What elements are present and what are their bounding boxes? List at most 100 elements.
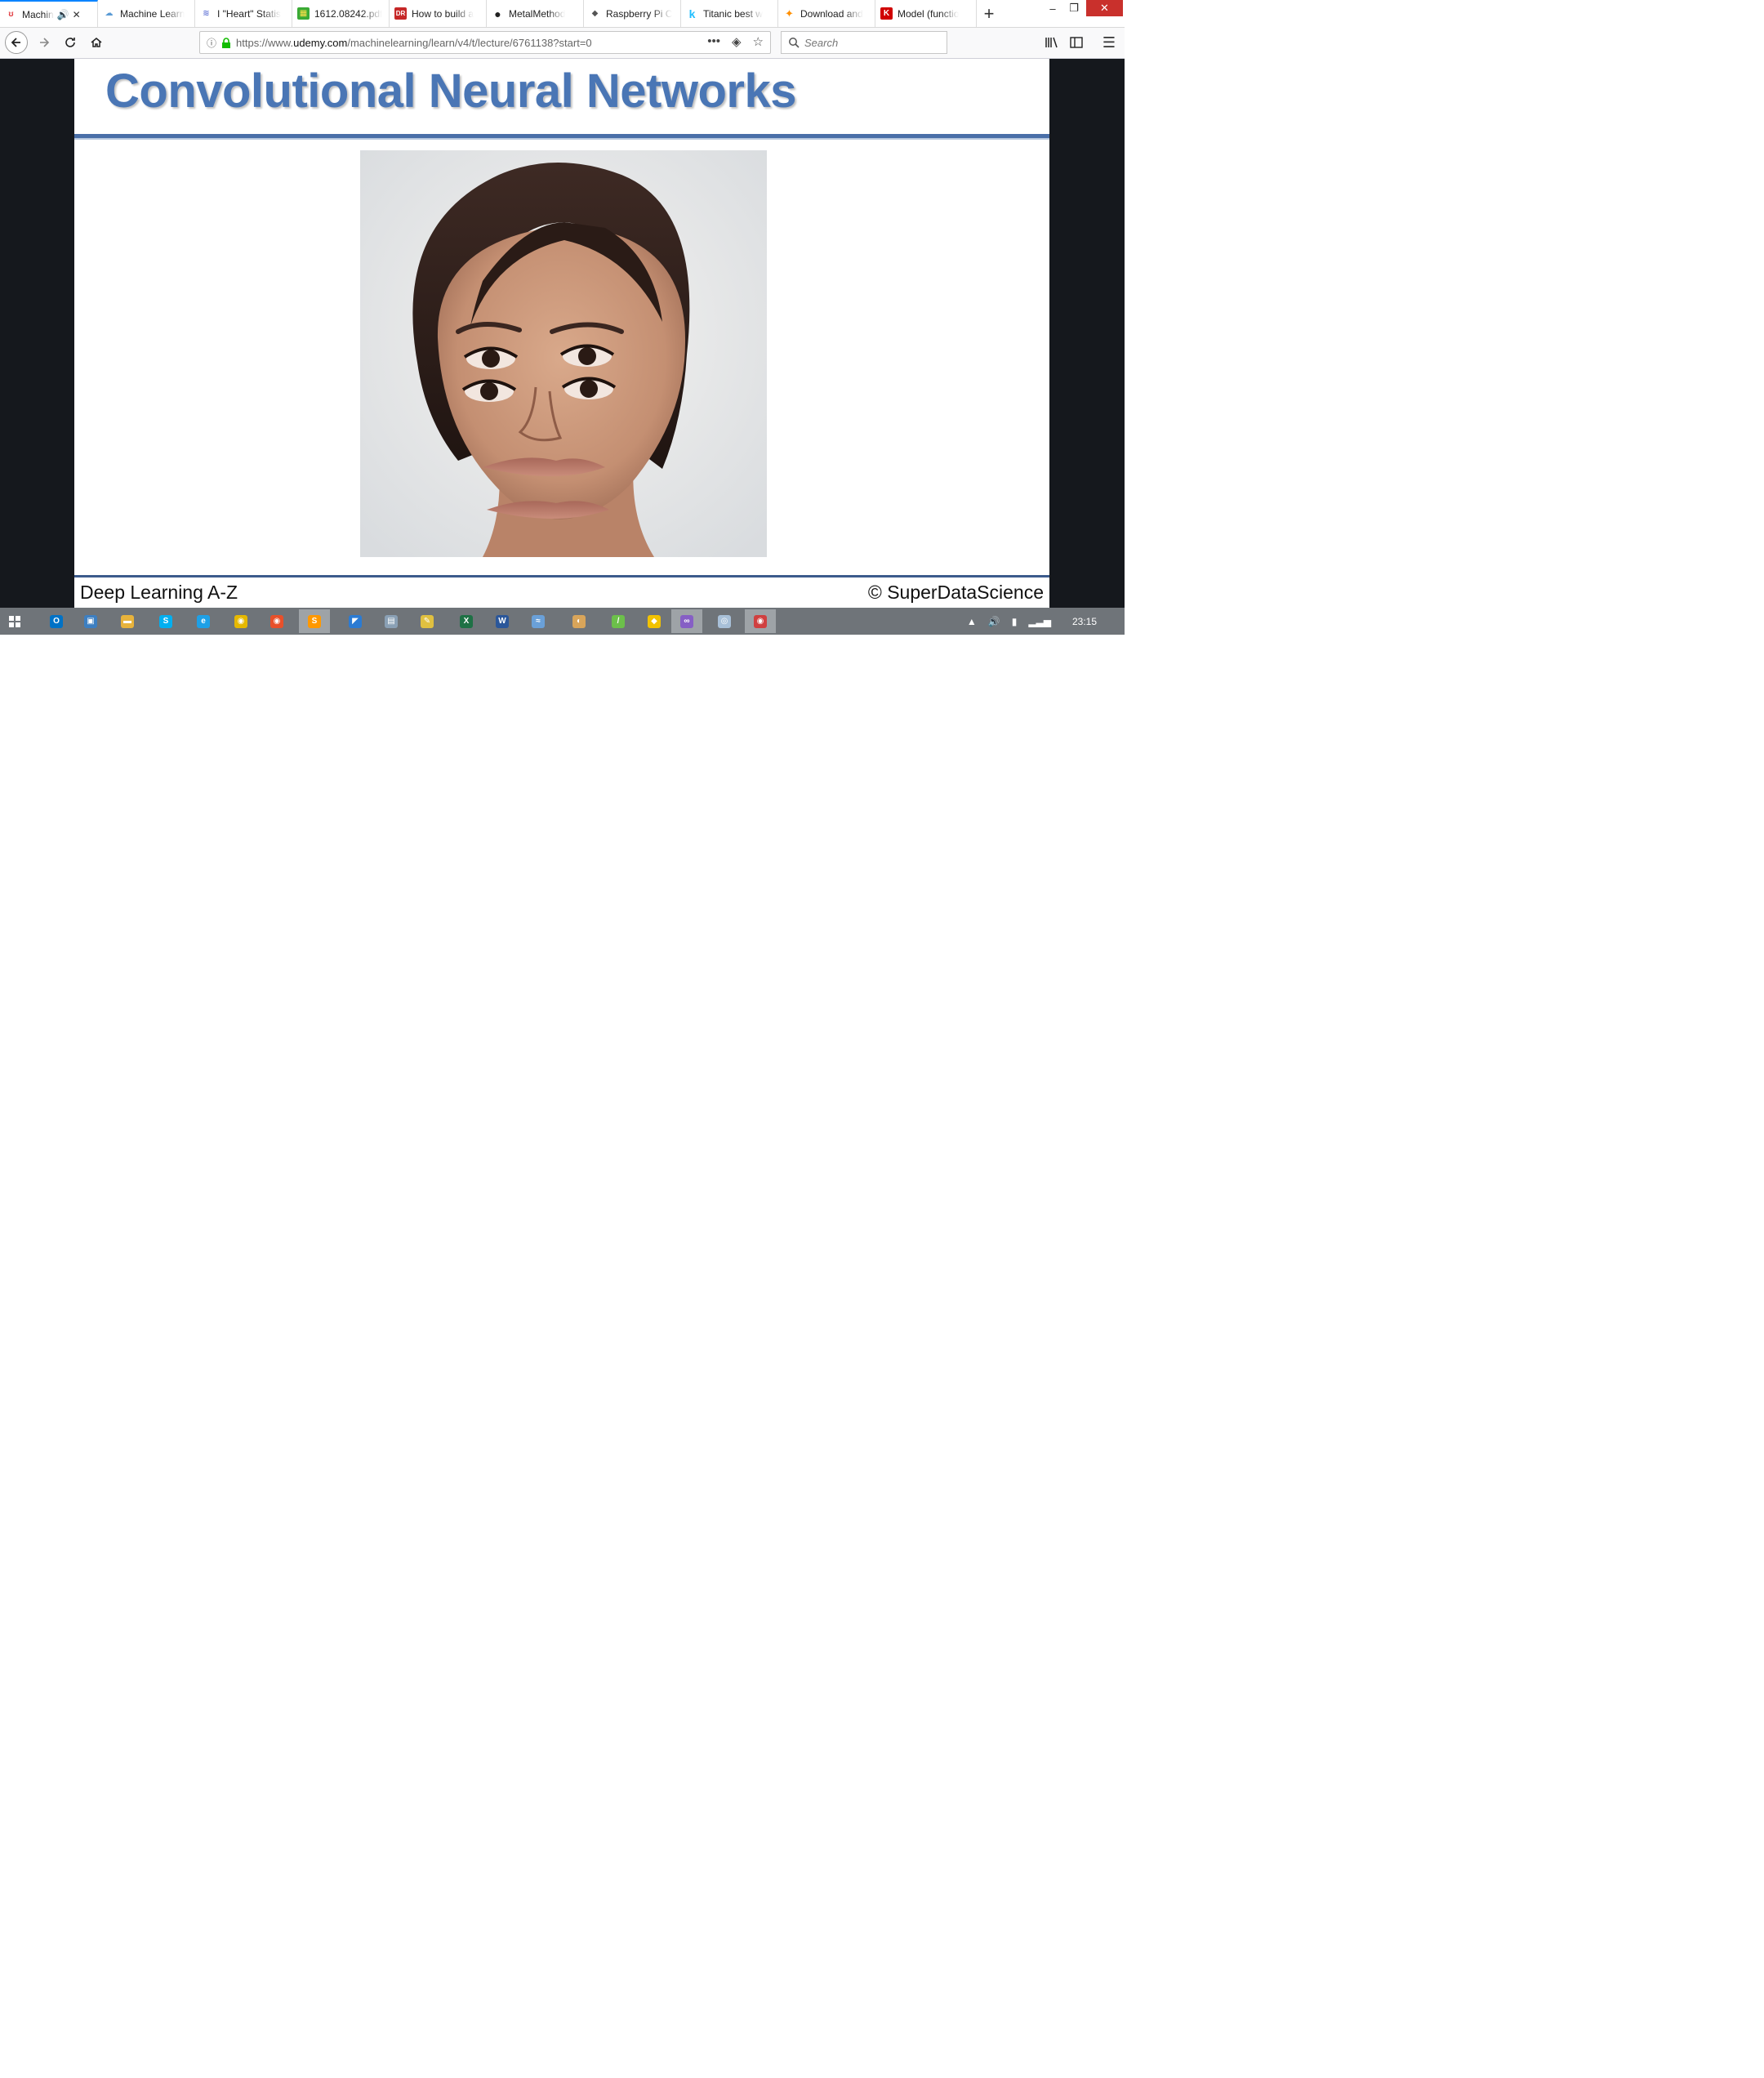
visual-studio-icon: ∞ — [680, 614, 693, 628]
lecture-slide: Convolutional Neural Networks Deep Learn… — [74, 59, 1049, 608]
printer-icon: ▤ — [385, 614, 398, 628]
clock[interactable]: 23:15 — [1072, 608, 1097, 635]
taskbar-button-internet-explorer[interactable]: e — [188, 609, 219, 633]
tab-how-to-build[interactable]: DR How to build a — [390, 0, 487, 27]
volume-icon[interactable]: 🔊 — [988, 616, 1000, 627]
tab-label: How to build a — [412, 7, 474, 20]
tray-expand-icon[interactable]: ▲ — [967, 616, 977, 627]
taskbar-button-sublime[interactable]: S — [299, 609, 330, 633]
title-divider — [74, 134, 1049, 140]
system-tray: ▲ 🔊 ▮ ▂▃▅ — [967, 608, 1051, 635]
video-viewport[interactable]: Convolutional Neural Networks Deep Learn… — [0, 59, 1125, 608]
url-text: https://www.udemy.com/machinelearning/le… — [236, 37, 592, 49]
tab-strip: ʊ Machin 🔊 ✕ ☁ Machine Learn ≋ I "Heart"… — [0, 0, 1125, 28]
tab-close-icon[interactable]: ✕ — [73, 9, 81, 20]
face-photo — [360, 150, 767, 557]
more-actions-icon[interactable]: ••• — [707, 34, 720, 49]
pen-icon: / — [612, 614, 625, 628]
tab-label: Download and — [800, 7, 863, 20]
stats-icon: ≋ — [203, 9, 210, 18]
udemy-icon: ʊ — [8, 10, 14, 19]
tensorflow-icon: ✦ — [785, 7, 794, 20]
network-icon: ≈ — [532, 614, 545, 628]
taskbar-button-network[interactable]: ≈ — [523, 609, 554, 633]
taskbar-button-paint-tool[interactable]: ✎ — [412, 609, 443, 633]
taskbar-button-printer[interactable]: ▤ — [376, 609, 407, 633]
remote-desktop-icon: ▣ — [84, 614, 97, 628]
firefox-icon: ◉ — [270, 614, 283, 628]
excel-icon: X — [460, 614, 473, 628]
taskbar-button-file-explorer[interactable]: ▬ — [112, 609, 143, 633]
reload-button[interactable] — [59, 31, 82, 54]
github-icon: ● — [494, 7, 501, 20]
pocket-icon[interactable]: ◈ — [732, 34, 742, 49]
tab-label: Model (functio — [898, 7, 960, 20]
internet-explorer-icon: e — [197, 614, 210, 628]
bookmark-star-icon[interactable]: ☆ — [753, 34, 764, 49]
battery-icon[interactable]: ▮ — [1012, 616, 1018, 627]
footer-divider — [74, 575, 1049, 577]
taskbar-button-app[interactable]: ◎ — [709, 609, 740, 633]
tab-tensorflow[interactable]: ✦ Download and — [778, 0, 875, 27]
navigation-bar: ⓘ https://www.udemy.com/machinelearning/… — [0, 28, 1125, 59]
home-button[interactable] — [85, 31, 108, 54]
tab-raspberry-pi[interactable]: ◆ Raspberry Pi C — [584, 0, 681, 27]
speaker-icon[interactable]: 🔊 — [57, 9, 69, 20]
tab-label: I "Heart" Statis — [217, 7, 281, 20]
url-bar[interactable]: ⓘ https://www.udemy.com/machinelearning/… — [199, 31, 771, 54]
taskbar-button-excel[interactable]: X — [451, 609, 482, 633]
new-tab-button[interactable]: + — [977, 0, 1001, 27]
library-button[interactable] — [1040, 31, 1063, 54]
taskbar-button-pen[interactable]: / — [603, 609, 634, 633]
chrome-dev-icon: ◉ — [754, 614, 767, 628]
search-icon — [789, 38, 800, 48]
taskbar-button-outlook[interactable]: O — [41, 609, 72, 633]
copyright: © SuperDataScience — [867, 582, 1044, 603]
taskbar-button-word[interactable]: W — [487, 609, 518, 633]
minimize-button[interactable]: – — [1040, 0, 1065, 16]
tab-machine-learning[interactable]: ☁ Machine Learn — [98, 0, 195, 27]
tab-heart-stats[interactable]: ≋ I "Heart" Statis — [195, 0, 292, 27]
menu-button[interactable]: ☰ — [1098, 31, 1120, 54]
close-window-button[interactable]: ✕ — [1086, 0, 1123, 16]
tab-label: 1612.08242.pdf — [314, 7, 383, 20]
tab-github[interactable]: ● MetalMethod — [487, 0, 584, 27]
taskbar-button-vscode[interactable]: ◤ — [340, 609, 371, 633]
word-icon: W — [496, 614, 509, 628]
restore-button[interactable]: ❐ — [1065, 0, 1083, 16]
tab-kaggle[interactable]: k Titanic best w — [681, 0, 778, 27]
taskbar-button-paint[interactable]: ◐ — [564, 609, 595, 633]
arrow-right-icon — [40, 38, 50, 47]
tab-pdf[interactable]: ▦ 1612.08242.pdf — [292, 0, 390, 27]
search-placeholder: Search — [804, 36, 839, 49]
keras-icon: K — [880, 7, 893, 20]
paint-tool-icon: ✎ — [421, 614, 434, 628]
taskbar-button-chrome-dev[interactable]: ◉ — [745, 609, 776, 633]
outlook-icon: O — [50, 614, 63, 628]
taskbar-button-skype[interactable]: S — [150, 609, 181, 633]
taskbar-button-firefox[interactable]: ◉ — [261, 609, 292, 633]
app-icon: ◎ — [718, 614, 731, 628]
forward-button[interactable] — [33, 31, 56, 54]
taskbar-button-remote-desktop[interactable]: ▣ — [75, 609, 106, 633]
tab-keras[interactable]: K Model (functio — [875, 0, 977, 27]
skype-icon: S — [159, 614, 172, 628]
search-input[interactable]: Search — [781, 31, 947, 54]
info-icon[interactable]: ⓘ — [207, 36, 216, 50]
back-button[interactable] — [5, 31, 28, 54]
start-button[interactable] — [0, 609, 29, 633]
taskbar-button-chrome[interactable]: ◉ — [225, 609, 256, 633]
taskbar-button-settings-app[interactable]: ◆ — [639, 609, 670, 633]
tab-label: Titanic best w — [703, 7, 763, 20]
cloud-icon: ☁ — [105, 9, 114, 18]
signal-icon[interactable]: ▂▃▅ — [1028, 616, 1051, 627]
sidebar-button[interactable] — [1065, 31, 1088, 54]
course-name: Deep Learning A-Z — [80, 582, 238, 603]
file-explorer-icon: ▬ — [121, 614, 134, 628]
pdf-icon: ▦ — [297, 7, 310, 20]
vscode-icon: ◤ — [349, 614, 362, 628]
sublime-icon: S — [308, 614, 321, 628]
tab-udemy[interactable]: ʊ Machin 🔊 ✕ — [0, 0, 98, 27]
taskbar-button-visual-studio[interactable]: ∞ — [671, 609, 702, 633]
kaggle-icon: k — [688, 7, 696, 20]
